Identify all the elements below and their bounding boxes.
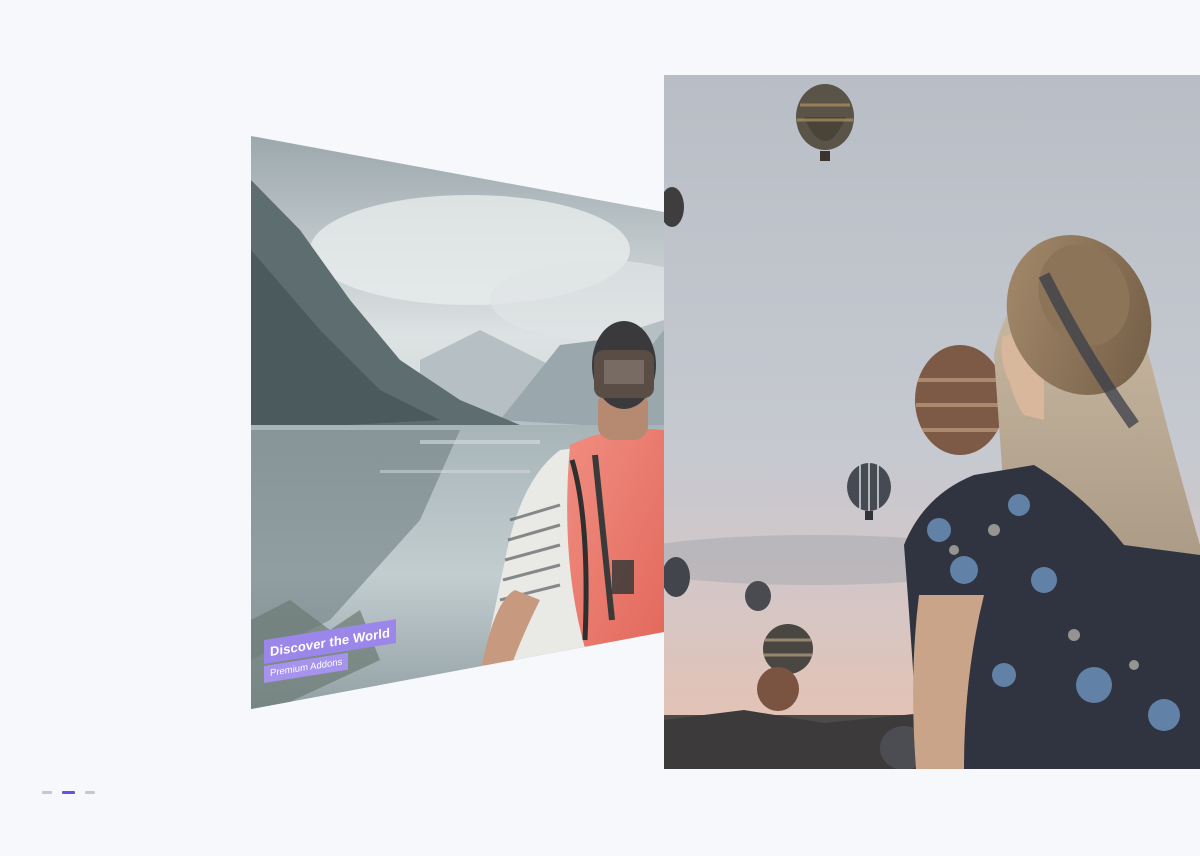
balloons-woman-image bbox=[664, 75, 1200, 769]
slider-pagination bbox=[42, 791, 95, 794]
pager-dot-2[interactable] bbox=[62, 791, 75, 794]
slide-balloons-woman[interactable] bbox=[664, 75, 1200, 769]
pager-dot-3[interactable] bbox=[85, 791, 95, 794]
pager-dot-1[interactable] bbox=[42, 791, 52, 794]
balloon bbox=[915, 345, 1005, 455]
balloon bbox=[763, 624, 813, 674]
slider-stage: Discover the World Premium Addons bbox=[0, 0, 1200, 856]
balloon bbox=[757, 667, 799, 711]
balloon bbox=[745, 581, 771, 611]
